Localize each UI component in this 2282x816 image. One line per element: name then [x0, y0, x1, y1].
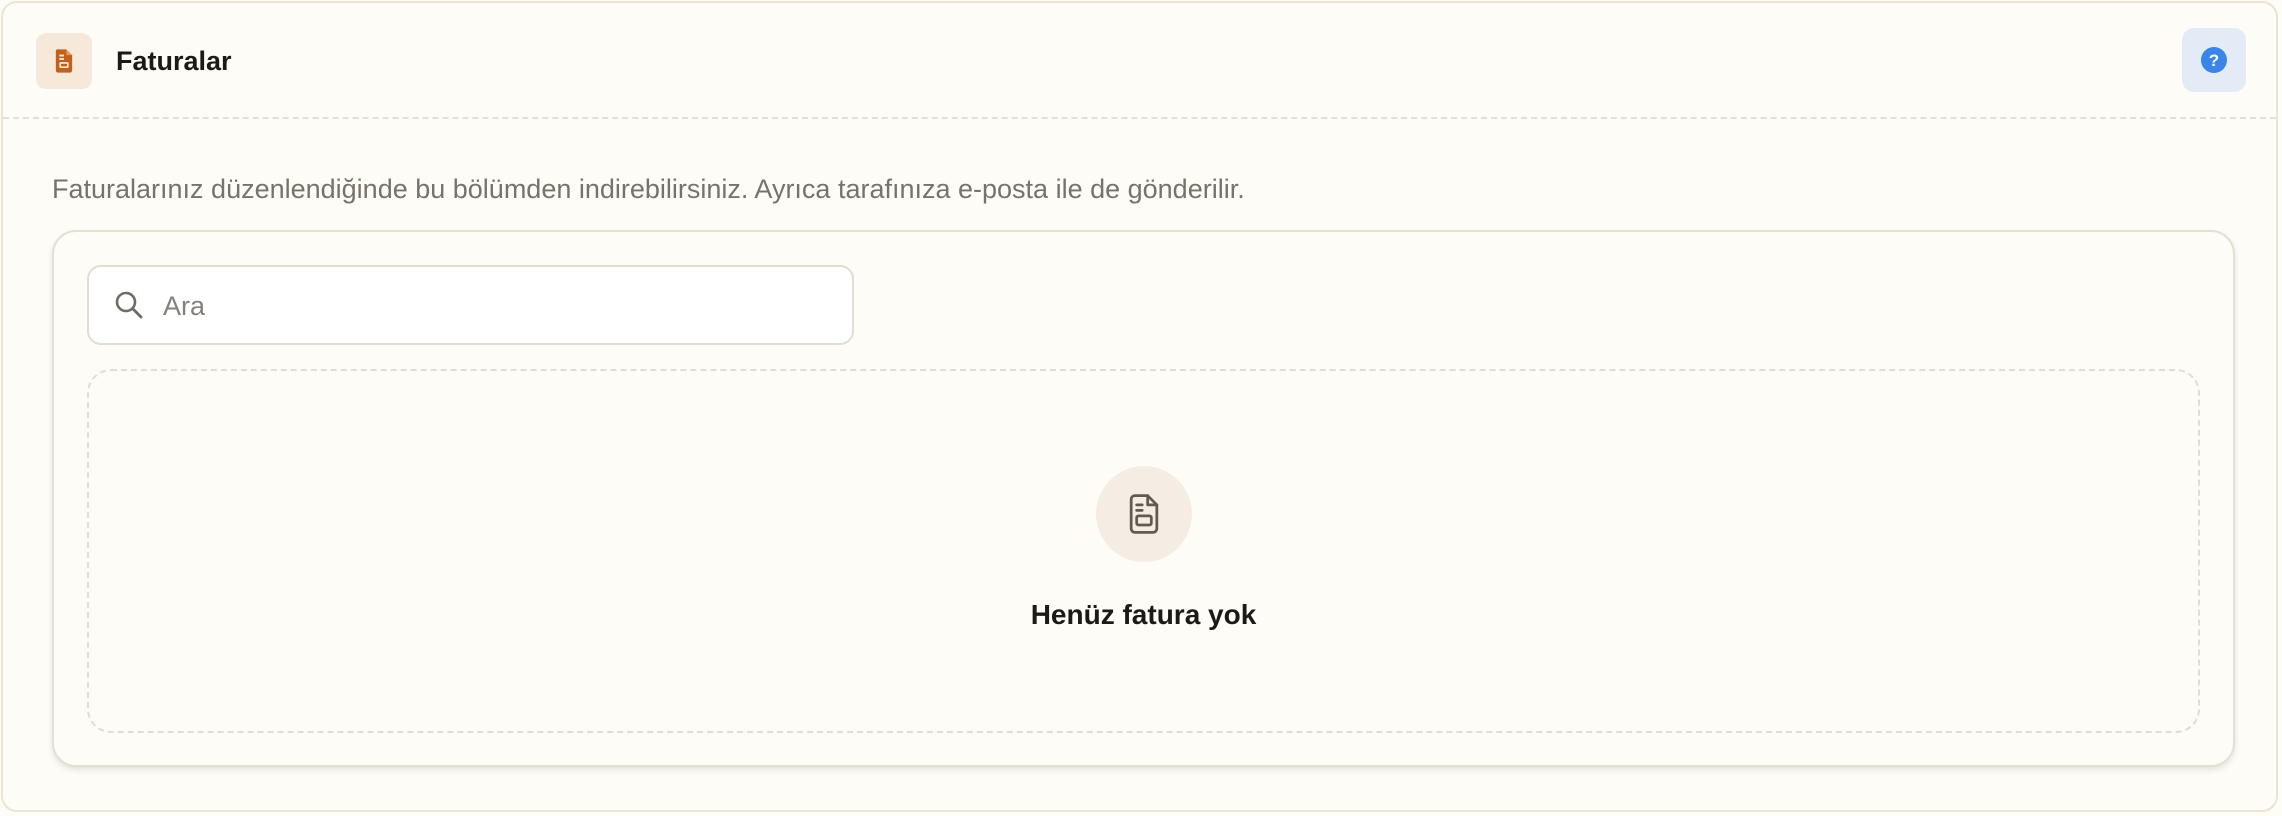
- invoices-card: Henüz fatura yok: [52, 230, 2235, 767]
- page-description: Faturalarınız düzenlendiğinde bu bölümde…: [52, 174, 1245, 204]
- empty-state-message: Henüz fatura yok: [1030, 599, 1257, 630]
- empty-state: Henüz fatura yok: [87, 369, 2200, 733]
- page-title: Faturalar: [116, 46, 232, 76]
- help-button[interactable]: ?: [2182, 28, 2246, 92]
- invoices-panel: Faturalar ? Faturalarınız düzenlendiğind…: [1, 1, 2278, 812]
- invoice-icon: [36, 33, 92, 89]
- panel-header: Faturalar ?: [3, 3, 2276, 119]
- question-icon: ?: [2201, 47, 2227, 73]
- search-input[interactable]: [161, 267, 845, 345]
- invoice-icon: [1096, 466, 1192, 562]
- search-box[interactable]: [87, 265, 854, 345]
- search-icon: [115, 291, 143, 319]
